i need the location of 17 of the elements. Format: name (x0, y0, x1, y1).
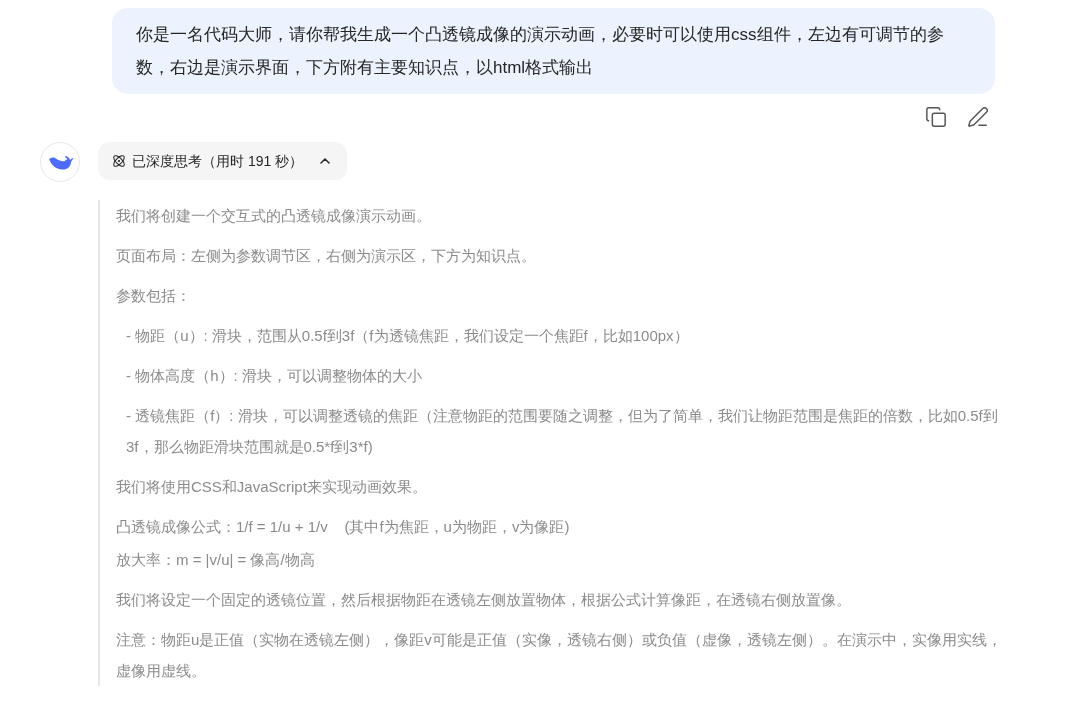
copy-icon[interactable] (925, 106, 947, 128)
thinking-paragraph: - 物体高度（h）: 滑块，可以调整物体的大小 (125, 366, 423, 386)
whale-icon (40, 142, 80, 182)
thinking-toggle[interactable]: 已深度思考（用时 191 秒） (98, 142, 348, 180)
edit-icon[interactable] (967, 106, 989, 128)
thinking-paragraph: 凸透镜成像公式：1/f = 1/u + 1/v (其中f为焦距，u为物距，v为像距) (115, 517, 571, 537)
thinking-paragraph: 参数包括： (115, 286, 192, 306)
thinking-paragraph: 我们将使用CSS和JavaScript来实现动画效果。 (115, 477, 428, 497)
thinking-paragraph: 我们将设定一个固定的透镜位置，然后根据物距在透镜左侧放置物体，根据公式计算像距，在透镜右侧放置像。 (115, 590, 852, 610)
thinking-paragraph: 我们将创建一个交互式的凸透镜成像演示动画。 (115, 206, 432, 226)
thinking-paragraph: 注意：物距u是正值（实物在透镜左侧），像距v可能是正值（实像，透镜右侧）或负值（虚像，透镜左侧）。在演示中，实像用实线，虚像用虚线。 (115, 630, 1003, 681)
thinking-paragraph: 放大率：m = |v/u| = 像高/物高 (115, 550, 316, 570)
thinking-paragraph: 页面布局：左侧为参数调节区，右侧为演示区，下方为知识点。 (115, 246, 537, 266)
thinking-paragraph: - 物距（u）: 滑块，范围从0.5f到3f（f为透镜焦距，我们设定一个焦距f，比如100px） (125, 326, 690, 346)
atom-icon (112, 154, 126, 168)
thinking-paragraph: - 透镜焦距（f）: 滑块，可以调整透镜的焦距（注意物距的范围要随之调整，但为了简单，我们让物距范围是焦距的倍数，比如0.5f到3f，那么物距滑块范围就是0.5*f到3*f) (125, 406, 999, 457)
user-message: 你是一名代码大师，请你帮我生成一个凸透镜成像的演示动画，必要时可以使用css组件，左边有可调节的参数，右边是演示界面，下方附有主要知识点，以html格式输出 (112, 8, 995, 94)
